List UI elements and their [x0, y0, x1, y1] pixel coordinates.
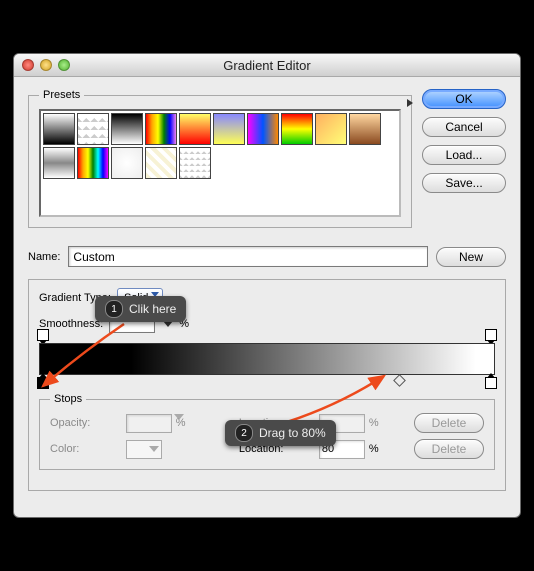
preset-swatch[interactable] — [43, 147, 75, 179]
preset-swatch[interactable] — [349, 113, 381, 145]
delete-opacity-stop-button: Delete — [414, 413, 484, 433]
window-title: Gradient Editor — [14, 58, 520, 73]
name-input[interactable] — [68, 246, 428, 267]
percent-label: % — [176, 417, 215, 429]
annotation-step1: 1 Clik here — [95, 296, 186, 322]
color-stop-white[interactable] — [485, 377, 497, 389]
presets-fieldset: Presets — [28, 89, 412, 228]
cancel-button[interactable]: Cancel — [422, 117, 506, 137]
preset-swatch[interactable] — [145, 147, 177, 179]
gradient-bar[interactable] — [39, 343, 495, 375]
percent-label: % — [369, 443, 408, 455]
preset-swatch[interactable] — [315, 113, 347, 145]
presets-flyout-icon[interactable] — [407, 99, 413, 107]
smoothness-label: Smoothness: — [39, 318, 103, 330]
opacity-stop[interactable] — [485, 329, 497, 341]
preset-swatch[interactable] — [179, 147, 211, 179]
chevron-down-icon[interactable] — [149, 446, 159, 452]
midpoint-diamond-icon[interactable] — [393, 374, 406, 387]
presets-grid[interactable] — [39, 109, 401, 217]
preset-swatch[interactable] — [179, 113, 211, 145]
gradient-fieldset: Gradient Type: Solid Smoothness: % Stops… — [28, 279, 506, 491]
opacity-label: Opacity: — [50, 417, 120, 429]
preset-swatch[interactable] — [247, 113, 279, 145]
preset-swatch[interactable] — [145, 113, 177, 145]
gradient-bar-area[interactable] — [39, 343, 495, 375]
save-button[interactable]: Save... — [422, 173, 506, 193]
preset-swatch[interactable] — [213, 113, 245, 145]
percent-label: % — [369, 417, 408, 429]
gradient-editor-window: Gradient Editor Presets — [13, 53, 521, 518]
stops-legend: Stops — [50, 393, 86, 405]
opacity-input — [126, 414, 172, 433]
badge-2-icon: 2 — [235, 424, 253, 442]
opacity-stop[interactable] — [37, 329, 49, 341]
ok-button[interactable]: OK — [422, 89, 506, 109]
preset-swatch[interactable] — [111, 113, 143, 145]
annotation-step2: 2 Drag to 80% — [225, 420, 336, 446]
badge-1-icon: 1 — [105, 300, 123, 318]
preset-swatch[interactable] — [111, 147, 143, 179]
titlebar[interactable]: Gradient Editor — [14, 54, 520, 77]
color-stop-black[interactable] — [37, 377, 49, 389]
delete-color-stop-button: Delete — [414, 439, 484, 459]
preset-swatch[interactable] — [43, 113, 75, 145]
presets-legend: Presets — [39, 89, 84, 101]
load-button[interactable]: Load... — [422, 145, 506, 165]
preset-swatch[interactable] — [77, 147, 109, 179]
preset-swatch[interactable] — [77, 113, 109, 145]
preset-swatch[interactable] — [281, 113, 313, 145]
color-label: Color: — [50, 443, 120, 455]
name-label: Name: — [28, 251, 60, 263]
new-button[interactable]: New — [436, 247, 506, 267]
color-well[interactable] — [126, 440, 162, 459]
